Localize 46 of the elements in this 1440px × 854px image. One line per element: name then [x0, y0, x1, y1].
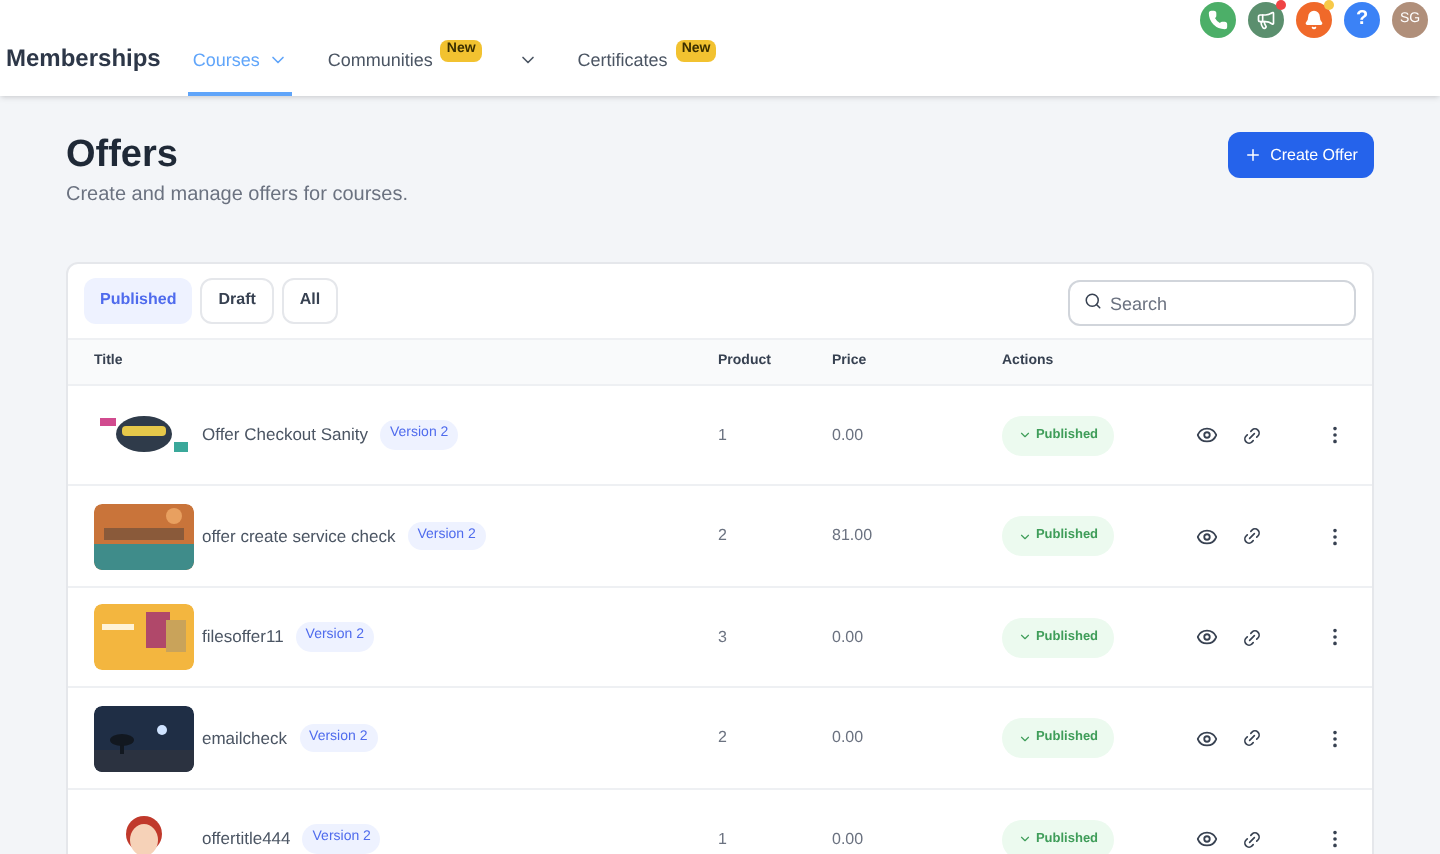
filter-tab[interactable]: Draft [200, 277, 274, 324]
view-icon[interactable] [1196, 828, 1218, 850]
chevron-down-icon [1017, 630, 1032, 644]
product-count: 3 [718, 625, 729, 649]
megaphone-button[interactable] [1248, 2, 1284, 38]
offer-title: Offer Checkout Sanity [202, 422, 368, 448]
phone-icon [1208, 10, 1228, 30]
page-subtitle: Create and manage offers for courses. [66, 181, 409, 210]
product-count: 1 [718, 423, 729, 447]
view-icon[interactable] [1196, 626, 1218, 648]
product-count: 2 [718, 726, 729, 750]
offer-title: offer create service check [202, 523, 396, 549]
chevron-down-icon [1017, 529, 1032, 543]
search-icon [1084, 291, 1102, 310]
bell-icon [1304, 10, 1324, 30]
product-count: 1 [718, 827, 729, 851]
megaphone-icon [1256, 10, 1276, 30]
nav-label: Certificates [577, 47, 668, 73]
price: 0.00 [832, 423, 866, 447]
chevron-down-icon [1017, 832, 1032, 846]
help-button[interactable]: ? [1344, 2, 1380, 38]
offer-title: filesoffer11 [202, 624, 284, 650]
price: 0.00 [832, 625, 866, 649]
nav-tab[interactable]: Courses [188, 35, 292, 96]
chevron-down-icon [1017, 428, 1032, 442]
offer-title: emailcheck [202, 725, 288, 751]
bell-button[interactable] [1296, 2, 1332, 38]
create-offer-button[interactable]: Create Offer [1228, 132, 1374, 178]
plus-icon [1244, 146, 1263, 164]
price: 81.00 [832, 524, 875, 548]
product-count: 2 [718, 524, 729, 548]
nav-label: Communities [327, 47, 433, 73]
page-title: Offers [66, 132, 180, 180]
app-title: Memberships [6, 42, 161, 76]
filter-tab[interactable]: All [281, 277, 339, 324]
search-field[interactable]: Search [1068, 280, 1356, 327]
view-icon[interactable] [1196, 727, 1218, 749]
nav-label: Courses [192, 47, 260, 73]
chevron-down-icon [1017, 731, 1032, 745]
price: 0.00 [832, 726, 866, 750]
offer-title: offertitle444 [202, 826, 291, 852]
view-icon[interactable] [1196, 424, 1218, 446]
filter-tab[interactable]: Published [84, 277, 193, 324]
view-icon[interactable] [1196, 525, 1218, 547]
price: 0.00 [832, 827, 866, 851]
phone-button[interactable] [1200, 2, 1236, 38]
